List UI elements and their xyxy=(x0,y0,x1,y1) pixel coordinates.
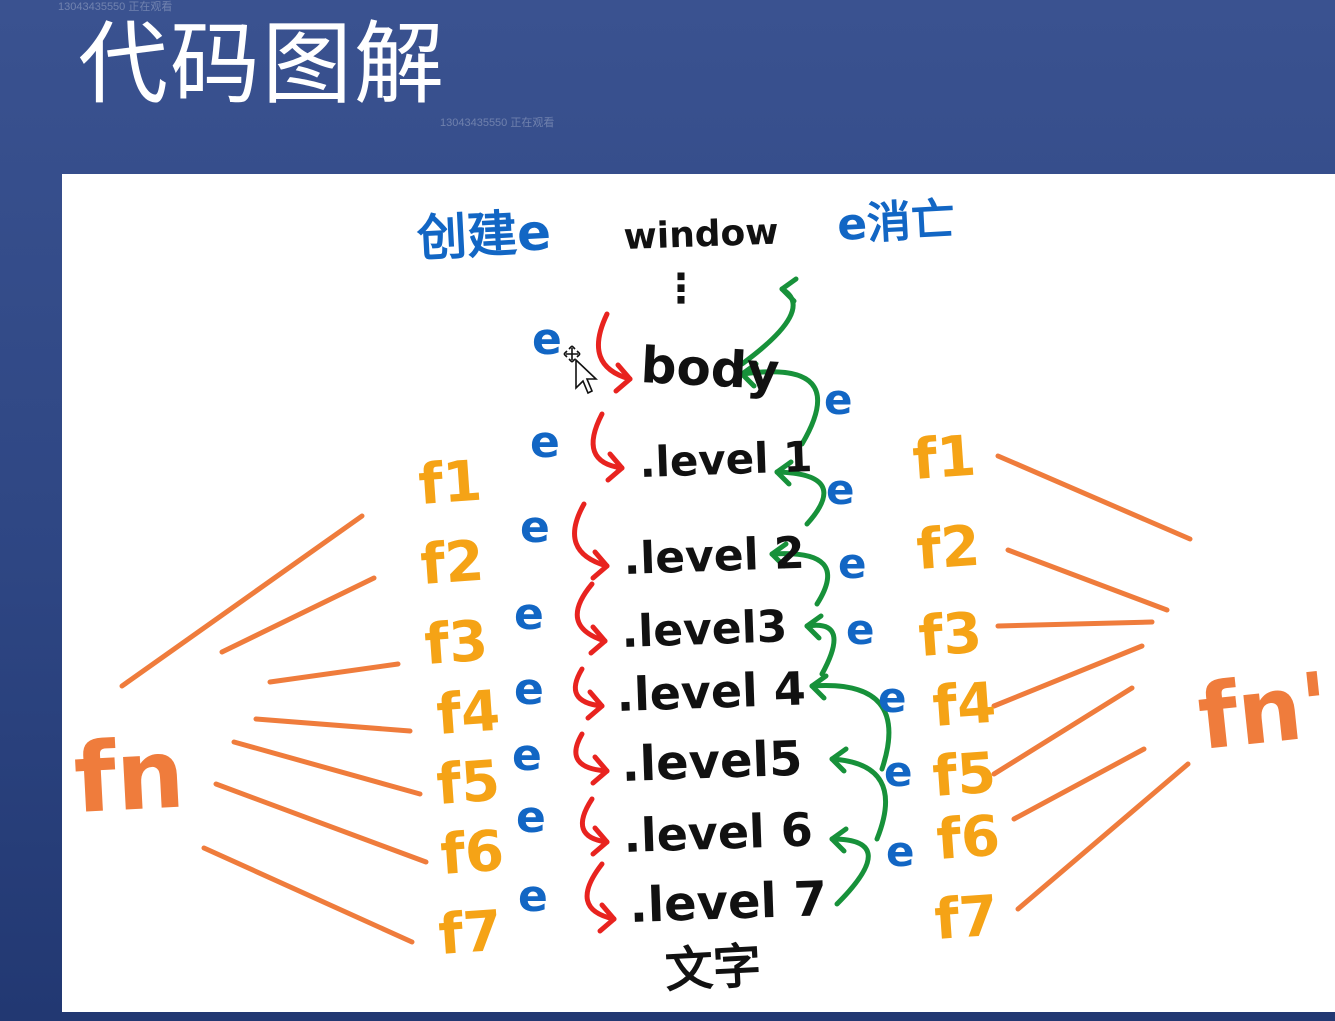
event-label-bubble: e xyxy=(846,605,875,654)
right-handler-6: f7 xyxy=(932,884,1000,953)
event-label-bubble: e xyxy=(826,465,855,514)
event-label-bubble: e xyxy=(838,539,867,588)
left-connector-line xyxy=(201,845,415,945)
right-handler-4: f5 xyxy=(930,741,998,810)
node-7: .level 7 xyxy=(628,871,827,934)
event-label-capture: e xyxy=(532,314,562,365)
event-label-capture: e xyxy=(514,664,544,715)
capture-arrow xyxy=(596,311,633,382)
right-handler-3: f4 xyxy=(930,671,998,740)
event-label-bubble: e xyxy=(884,747,913,796)
ellipsis: ⋮ xyxy=(661,266,701,312)
event-label-capture: e xyxy=(530,417,560,468)
node-6: .level 6 xyxy=(622,802,813,863)
right-handler-2: f3 xyxy=(916,601,984,670)
whiteboard: 创建e window e消亡 ⋮ body .level 1 .level 2 .level3… xyxy=(62,174,1335,1012)
right-handler-1: f2 xyxy=(914,514,982,583)
node-4: .level 4 xyxy=(615,661,806,722)
header-e-destroy: e消亡 xyxy=(836,194,956,251)
event-label-capture: e xyxy=(514,589,544,640)
node-5: .level5 xyxy=(620,731,803,793)
right-connector-line xyxy=(1005,547,1170,613)
node-1: .level 1 xyxy=(639,432,814,487)
left-connector-line xyxy=(231,739,423,797)
event-flow-diagram: 创建e window e消亡 ⋮ body .level 1 .level 2 .level3… xyxy=(71,194,1334,999)
left-handler-0: f1 xyxy=(416,449,484,518)
event-label-bubble: e xyxy=(886,827,915,876)
bottom-text: 文字 xyxy=(664,938,763,999)
right-group-label: fn' xyxy=(1193,653,1334,771)
bubble-arrow xyxy=(829,756,888,842)
event-label-bubble: e xyxy=(878,673,907,722)
right-connector-line xyxy=(1011,746,1147,822)
right-connector-line xyxy=(995,453,1193,542)
node-3: .level3 xyxy=(621,601,789,658)
left-handler-2: f3 xyxy=(422,609,490,678)
left-handler-5: f6 xyxy=(438,819,506,888)
left-handler-3: f4 xyxy=(434,679,502,748)
right-handler-0: f1 xyxy=(910,424,978,493)
right-handler-5: f6 xyxy=(934,804,1002,873)
right-connector-line xyxy=(991,685,1135,777)
node-2: .level 2 xyxy=(623,528,806,585)
right-connector-line xyxy=(995,619,1155,629)
header-create-e: 创建e xyxy=(416,203,553,268)
left-connector-line xyxy=(267,661,401,685)
event-label-capture: e xyxy=(516,792,546,843)
move-cursor-icon xyxy=(563,345,599,395)
watermark: 13043435550 正在观看 xyxy=(440,117,555,129)
left-connector-line xyxy=(219,575,377,655)
event-label-capture: e xyxy=(520,502,550,553)
event-label-bubble: e xyxy=(824,375,853,424)
left-handler-6: f7 xyxy=(436,899,504,968)
event-label-capture: e xyxy=(512,730,542,781)
left-connector-line xyxy=(213,781,429,865)
left-connector-line xyxy=(253,716,413,734)
event-label-capture: e xyxy=(518,871,548,922)
left-handler-1: f2 xyxy=(418,529,486,598)
bubble-arrow xyxy=(829,836,871,907)
left-handler-4: f5 xyxy=(434,749,502,818)
node-0: body xyxy=(639,336,780,401)
slide-title: 代码图解 xyxy=(78,12,446,117)
right-connector-line xyxy=(1015,761,1191,912)
header-window: window xyxy=(623,212,779,258)
left-group-label: fn xyxy=(71,717,187,835)
bubble-arrowhead xyxy=(779,276,799,304)
